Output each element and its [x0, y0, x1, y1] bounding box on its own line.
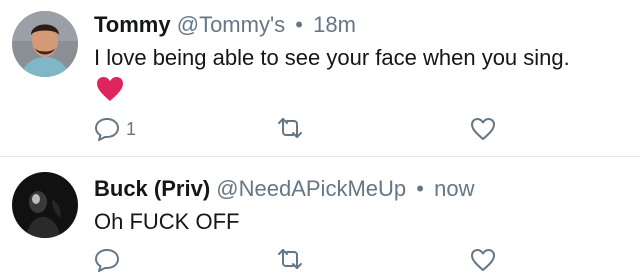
- avatar[interactable]: [12, 11, 78, 77]
- retweet-button[interactable]: [276, 117, 304, 139]
- separator-dot: •: [295, 12, 303, 37]
- like-button[interactable]: [470, 248, 496, 272]
- reply-button[interactable]: 1: [94, 117, 136, 141]
- tweet[interactable]: Tommy @Tommy's • 18m I love being able t…: [0, 0, 640, 157]
- reply-button[interactable]: [94, 248, 120, 272]
- tweet-divider: [0, 156, 640, 157]
- separator-dot: •: [416, 176, 424, 201]
- retweet-button[interactable]: [276, 248, 304, 270]
- tweet-header: Buck (Priv) @NeedAPickMeUp • now: [94, 176, 474, 202]
- reply-count: 1: [126, 118, 137, 139]
- like-button[interactable]: [470, 117, 496, 141]
- tweet-text: Oh FUCK OFF: [94, 209, 240, 234]
- reply-icon: [94, 117, 120, 141]
- display-name[interactable]: Tommy: [94, 12, 171, 37]
- user-handle[interactable]: @NeedAPickMeUp: [216, 176, 406, 201]
- tweet[interactable]: Buck (Priv) @NeedAPickMeUp • now Oh FUCK…: [0, 158, 640, 279]
- retweet-icon: [276, 117, 304, 139]
- display-name[interactable]: Buck (Priv): [94, 176, 210, 201]
- retweet-icon: [276, 248, 304, 270]
- like-heart-icon: [470, 248, 496, 272]
- user-handle[interactable]: @Tommy's: [177, 12, 285, 37]
- timestamp[interactable]: 18m: [313, 12, 356, 37]
- reply-icon: [94, 248, 120, 272]
- tweet-text: I love being able to see your face when …: [94, 45, 570, 70]
- red-heart-emoji: [96, 76, 124, 102]
- tweet-header: Tommy @Tommy's • 18m: [94, 12, 356, 38]
- like-heart-icon: [470, 117, 496, 141]
- timestamp[interactable]: now: [434, 176, 474, 201]
- avatar[interactable]: [12, 172, 78, 238]
